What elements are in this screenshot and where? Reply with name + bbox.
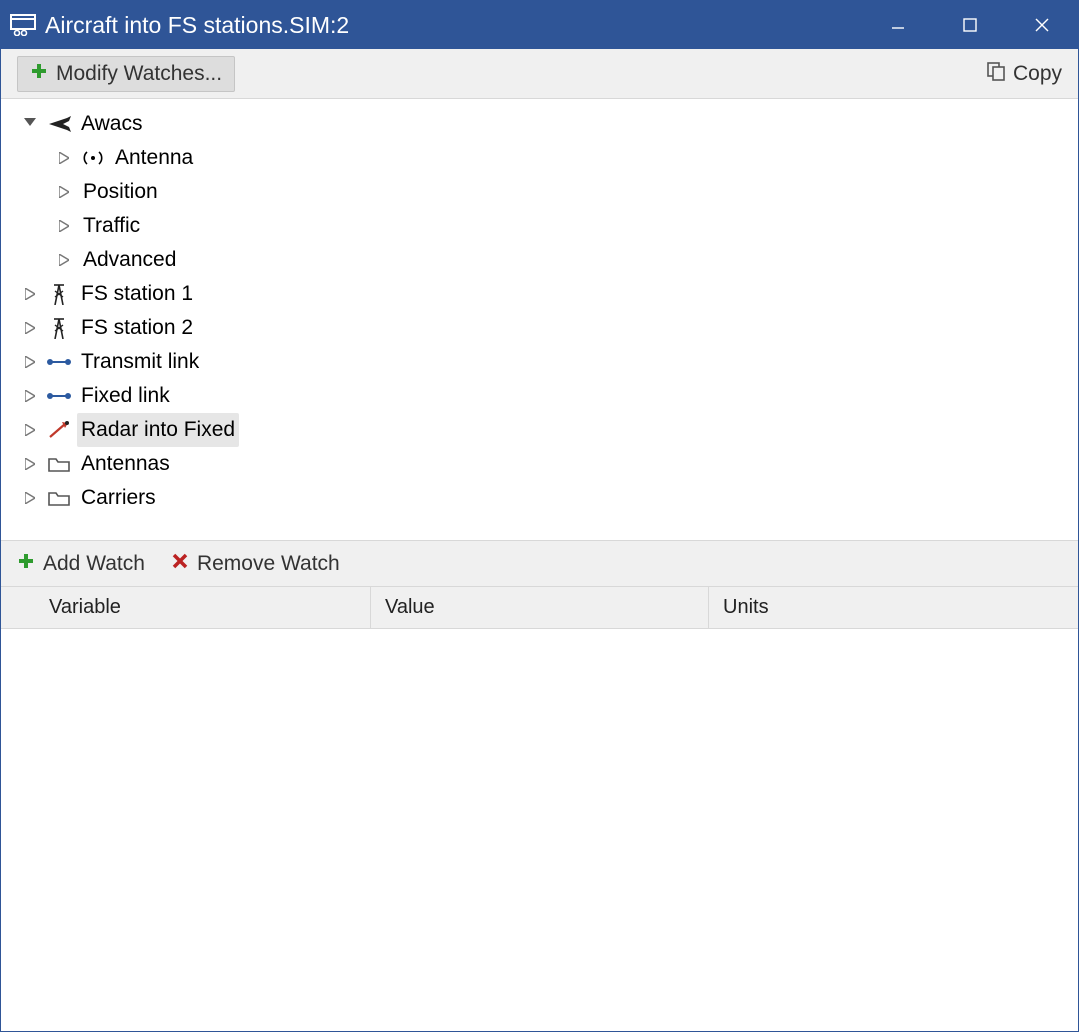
maximize-icon [963,18,977,32]
folder-icon [45,453,73,475]
tree-node-traffic[interactable]: Traffic [7,209,1072,243]
tree-node-label: FS station 1 [77,277,197,311]
expand-icon[interactable] [55,251,73,269]
remove-icon [171,552,189,576]
tree-node-label: Antennas [77,447,174,481]
tower-icon [45,283,73,305]
expand-icon[interactable] [55,149,73,167]
radar-icon [45,419,73,441]
aircraft-icon [45,113,73,135]
tree-node-transmit-link[interactable]: Transmit link [7,345,1072,379]
collapse-icon[interactable] [21,115,39,133]
close-button[interactable] [1006,1,1078,49]
expand-icon[interactable] [21,489,39,507]
tree-node-label: Radar into Fixed [77,413,239,447]
minimize-icon [891,18,905,32]
tree-node-label: FS station 2 [77,311,197,345]
plus-icon [30,62,48,86]
tree-node-label: Advanced [79,243,180,277]
minimize-button[interactable] [862,1,934,49]
tree-node-label: Antenna [111,141,197,175]
tree-node-position[interactable]: Position [7,175,1072,209]
tree-node-fs-station-2[interactable]: FS station 2 [7,311,1072,345]
tree-node-antenna[interactable]: Antenna [7,141,1072,175]
column-header-label: Units [723,596,769,619]
modify-watches-label: Modify Watches... [56,62,222,86]
window-title: Aircraft into FS stations.SIM:2 [45,12,862,39]
watch-table-body[interactable] [1,629,1078,1031]
expand-icon[interactable] [55,183,73,201]
add-watch-label: Add Watch [43,552,145,576]
window-controls [862,1,1078,49]
tree-node-label: Awacs [77,107,146,141]
expand-icon[interactable] [21,353,39,371]
tree-node-label: Fixed link [77,379,174,413]
remove-watch-label: Remove Watch [197,552,340,576]
tree-panel[interactable]: Awacs Antenna Position [1,99,1078,541]
tree-node-radar-into-fixed[interactable]: Radar into Fixed [7,413,1072,447]
copy-label: Copy [1013,62,1062,86]
tree-node-label: Position [79,175,162,209]
tree-node-awacs[interactable]: Awacs [7,107,1072,141]
add-watch-button[interactable]: Add Watch [17,552,145,576]
watch-toolbar: Add Watch Remove Watch [1,541,1078,587]
expand-icon[interactable] [21,387,39,405]
maximize-button[interactable] [934,1,1006,49]
copy-button[interactable]: Copy [981,60,1066,88]
tree-node-carriers[interactable]: Carriers [7,481,1072,515]
close-icon [1035,18,1049,32]
antenna-icon [79,147,107,169]
tree-node-antennas[interactable]: Antennas [7,447,1072,481]
column-header-units[interactable]: Units [709,587,1078,628]
title-bar: Aircraft into FS stations.SIM:2 [1,1,1078,49]
app-icon [9,11,37,39]
tree-node-fs-station-1[interactable]: FS station 1 [7,277,1072,311]
expand-icon[interactable] [21,319,39,337]
column-header-label: Value [385,596,435,619]
column-header-label: Variable [49,596,121,619]
app-window: Aircraft into FS stations.SIM:2 [0,0,1079,1032]
folder-icon [45,487,73,509]
tree-node-advanced[interactable]: Advanced [7,243,1072,277]
copy-icon [985,60,1007,88]
column-header-value[interactable]: Value [371,587,709,628]
expand-icon[interactable] [21,421,39,439]
remove-watch-button[interactable]: Remove Watch [171,552,340,576]
column-header-variable[interactable]: Variable [1,587,371,628]
tree-node-label: Transmit link [77,345,203,379]
link-icon [45,385,73,407]
tree-node-label: Carriers [77,481,160,515]
tree-node-label: Traffic [79,209,144,243]
tower-icon [45,317,73,339]
main-toolbar: Modify Watches... Copy [1,49,1078,99]
plus-icon [17,552,35,576]
tree-node-fixed-link[interactable]: Fixed link [7,379,1072,413]
link-icon [45,351,73,373]
expand-icon[interactable] [21,455,39,473]
watch-table-header: Variable Value Units [1,587,1078,629]
expand-icon[interactable] [55,217,73,235]
modify-watches-button[interactable]: Modify Watches... [17,56,235,92]
expand-icon[interactable] [21,285,39,303]
